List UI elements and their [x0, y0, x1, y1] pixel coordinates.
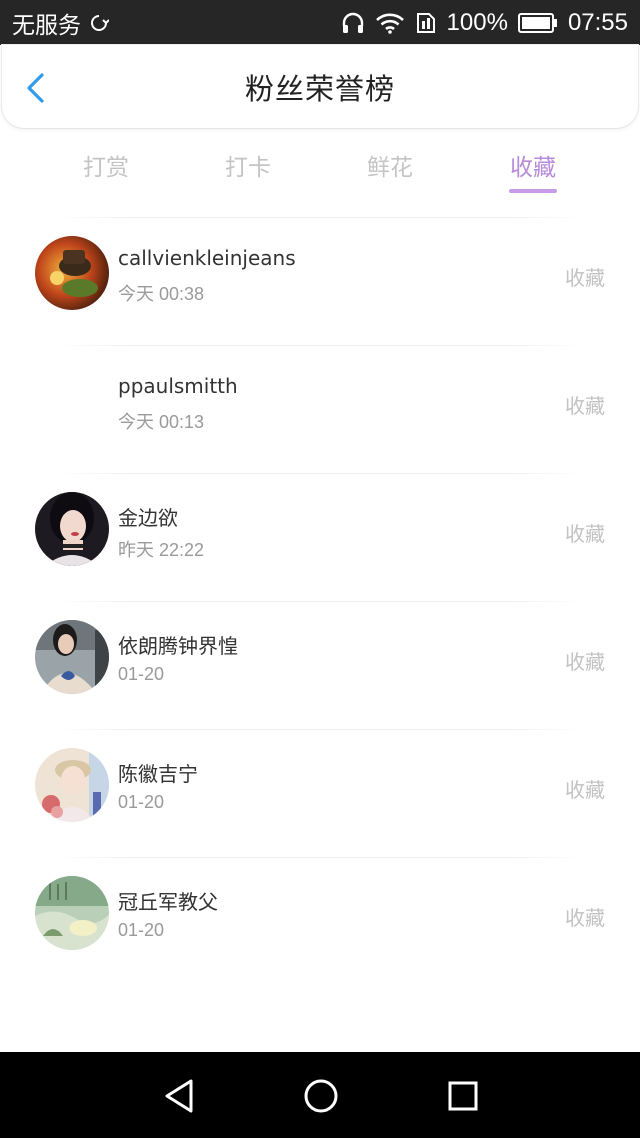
avatar[interactable]	[35, 364, 109, 438]
back-triangle-icon	[165, 1079, 193, 1113]
user-name: ppaulsmitth	[118, 374, 238, 398]
clock: 07:55	[567, 8, 628, 36]
user-name: 陈徽吉宁	[118, 762, 198, 786]
timestamp: 01-20	[118, 792, 165, 812]
user-name: 依朗腾钟界惶	[118, 634, 238, 658]
list-item[interactable]: 冠丘军教父 01-20 收藏	[0, 858, 640, 985]
back-button[interactable]	[20, 71, 52, 105]
tab-flowers[interactable]: 鲜花	[340, 148, 440, 182]
list-item[interactable]: callvienkleinjeans 今天 00:38 收藏	[0, 218, 640, 345]
avatar[interactable]	[35, 876, 109, 950]
nav-back-button[interactable]	[160, 1076, 200, 1116]
user-name: callvienkleinjeans	[118, 246, 296, 270]
user-name: 冠丘军教父	[118, 890, 218, 914]
status-bar: 无服务 100% 07:55	[0, 0, 640, 45]
avatar[interactable]	[35, 236, 109, 310]
timestamp: 昨天 22:22	[118, 540, 205, 560]
favorite-label: 收藏	[565, 778, 605, 802]
system-nav-bar	[0, 1052, 640, 1138]
sync-icon	[89, 13, 109, 33]
page-title: 粉丝荣誉榜	[244, 71, 395, 106]
user-name: 金边欲	[118, 506, 178, 530]
list-item[interactable]: ppaulsmitth 今天 00:13 收藏	[0, 346, 640, 473]
tab-reward[interactable]: 打赏	[56, 148, 156, 182]
battery-icon	[517, 12, 558, 34]
timestamp: 今天 00:13	[118, 412, 205, 432]
avatar[interactable]	[35, 620, 109, 694]
nav-home-button[interactable]	[301, 1076, 341, 1116]
favorite-label: 收藏	[565, 522, 605, 546]
app-header: 粉丝荣誉榜	[2, 45, 638, 128]
headphones-icon	[341, 12, 365, 34]
carrier-text: 无服务	[12, 12, 81, 39]
active-tab-indicator	[509, 189, 557, 193]
wifi-icon	[375, 12, 405, 34]
favorite-label: 收藏	[565, 906, 605, 930]
list-item[interactable]: 陈徽吉宁 01-20 收藏	[0, 730, 640, 857]
nav-recents-button[interactable]	[443, 1076, 483, 1116]
chevron-left-icon	[27, 73, 44, 103]
battery-percent: 100%	[446, 8, 508, 36]
recents-square-icon	[448, 1081, 478, 1111]
tab-checkin[interactable]: 打卡	[198, 148, 298, 182]
favorite-label: 收藏	[565, 266, 605, 290]
list-item[interactable]: 金边欲 昨天 22:22 收藏	[0, 474, 640, 601]
timestamp: 01-20	[118, 664, 165, 684]
sim-icon	[415, 12, 437, 34]
tab-bar: 打赏 打卡 鲜花 收藏	[0, 140, 640, 198]
list-item[interactable]: 依朗腾钟界惶 01-20 收藏	[0, 602, 640, 729]
favorite-label: 收藏	[565, 394, 605, 418]
timestamp: 01-20	[118, 920, 165, 940]
timestamp: 今天 00:38	[118, 284, 205, 304]
tab-favorites[interactable]: 收藏	[483, 148, 583, 182]
fan-list: callvienkleinjeans 今天 00:38 收藏 ppaulsmit…	[0, 217, 640, 985]
avatar[interactable]	[35, 748, 109, 822]
avatar[interactable]	[35, 492, 109, 566]
favorite-label: 收藏	[565, 650, 605, 674]
home-circle-icon	[304, 1079, 338, 1113]
